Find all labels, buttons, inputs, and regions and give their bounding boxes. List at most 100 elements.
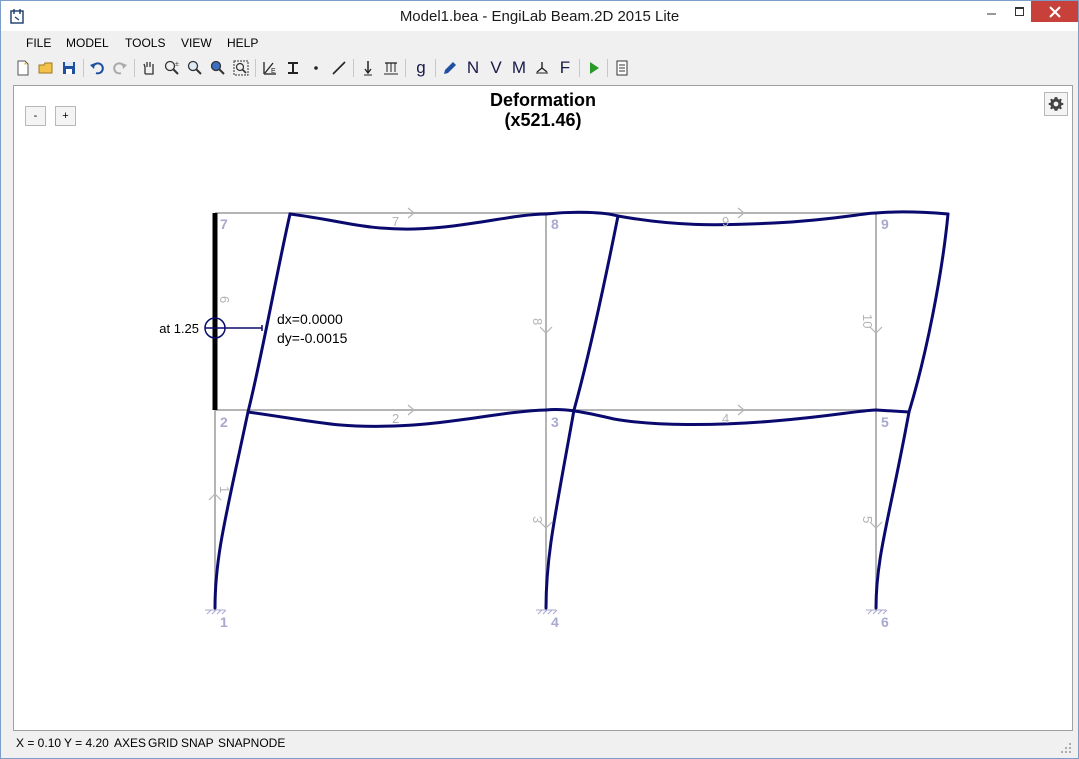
close-button[interactable] (1031, 1, 1078, 22)
save-button[interactable] (59, 58, 79, 78)
status-bar: X = 0.10 Y = 4.20 AXES GRID SNAP SNAPNOD… (1, 732, 1078, 758)
node-label-7: 7 (220, 216, 228, 232)
drawing-canvas[interactable]: - + Deformation (x521.46) at 1.25 dx=0.0… (13, 85, 1073, 731)
distributed-load-icon (384, 62, 398, 75)
resize-grip-icon[interactable] (1060, 742, 1072, 754)
probe-position-label: at 1.25 (159, 321, 199, 336)
element-label-9: 9 (722, 214, 729, 229)
menu-view[interactable]: VIEW (181, 36, 212, 50)
new-file-icon: * (17, 60, 29, 76)
toolbar-separator (435, 59, 436, 77)
redo-button[interactable] (110, 58, 130, 78)
gravity-button[interactable]: g (411, 58, 431, 78)
deformed-beam-7 (288, 212, 548, 231)
save-icon (63, 62, 75, 74)
deformed-column-1 (213, 410, 250, 610)
toolbar-separator (353, 59, 354, 77)
hand-pan-icon (143, 62, 154, 75)
zoom-all-button[interactable] (231, 58, 251, 78)
deformed-column-3 (874, 410, 911, 610)
point-load-icon (364, 61, 372, 76)
shear-force-button[interactable]: V (486, 58, 506, 78)
redo-icon (113, 62, 127, 75)
run-analysis-button[interactable] (584, 58, 604, 78)
open-folder-icon (38, 62, 53, 74)
report-button[interactable] (612, 58, 632, 78)
svg-text:*: * (24, 61, 27, 70)
line-element-icon (332, 61, 346, 75)
zoom-extents-icon (210, 60, 225, 75)
reactions-button[interactable] (532, 58, 552, 78)
menu-help[interactable]: HELP (227, 36, 258, 50)
material-e-icon: E (263, 62, 276, 75)
zoom-extents-button[interactable] (208, 58, 228, 78)
sections-button[interactable] (283, 58, 303, 78)
open-file-button[interactable] (36, 58, 56, 78)
node-label-9: 9 (881, 216, 889, 232)
element-label-4: 4 (722, 411, 729, 426)
status-axes-toggle[interactable]: AXES (114, 736, 146, 750)
node-label-6: 6 (881, 614, 889, 630)
element-label-10: 10 (860, 314, 875, 328)
element-label-8: 8 (530, 318, 545, 325)
structure-plot: at 1.25 dx=0.0000 dy=-0.0015 1 2 3 4 5 6… (159, 207, 950, 630)
svg-text:E: E (271, 68, 276, 75)
menu-model[interactable]: MODEL (66, 36, 109, 50)
zoom-window-icon (187, 60, 202, 75)
probe-dx-label: dx=0.0000 (277, 311, 343, 327)
add-node-button[interactable] (306, 58, 326, 78)
fixed-supports (205, 609, 888, 615)
toolbar-separator (607, 59, 608, 77)
node-label-1: 1 (220, 614, 228, 630)
title-bar: Model1.bea - EngiLab Beam.2D 2015 Lite (1, 1, 1078, 31)
element-label-7: 7 (392, 214, 399, 229)
status-grid-toggle[interactable]: GRID (148, 736, 178, 750)
report-icon (616, 60, 628, 76)
toolbar-separator (405, 59, 406, 77)
node-label-5: 5 (881, 414, 889, 430)
element-label-5: 5 (860, 516, 875, 523)
pan-button[interactable] (139, 58, 159, 78)
close-icon (1048, 5, 1061, 18)
bending-moment-button[interactable]: M (509, 58, 529, 78)
i-section-icon (288, 62, 298, 74)
toolbar-separator (255, 59, 256, 77)
svg-text:±: ± (175, 61, 179, 68)
support-reaction-icon (536, 62, 548, 74)
distributed-load-button[interactable] (381, 58, 401, 78)
nodal-load-button[interactable] (358, 58, 378, 78)
deformed-column-8 (572, 214, 620, 412)
materials-button[interactable]: E (260, 58, 280, 78)
zoom-all-icon (233, 60, 249, 76)
new-file-button[interactable]: * (13, 58, 33, 78)
element-label-3: 3 (530, 516, 545, 523)
status-x-coordinate: X = 0.10 (16, 736, 62, 750)
add-element-button[interactable] (329, 58, 349, 78)
element-label-6: 6 (217, 296, 232, 303)
zoom-window-button[interactable] (185, 58, 205, 78)
app-window: Model1.bea - EngiLab Beam.2D 2015 Lite F… (0, 0, 1079, 759)
node-label-2: 2 (220, 414, 228, 430)
zoom-dynamic-button[interactable]: ± (162, 58, 182, 78)
toolbar-separator (134, 59, 135, 77)
forces-button[interactable]: F (555, 58, 575, 78)
element-label-2: 2 (392, 411, 399, 426)
pencil-icon (444, 62, 456, 74)
deformed-column-10 (907, 212, 950, 414)
toolbar-separator (83, 59, 84, 77)
menu-bar: FILE MODEL TOOLS VIEW HELP (1, 32, 1078, 54)
maximize-icon (1014, 7, 1024, 16)
menu-file[interactable]: FILE (26, 36, 51, 50)
status-y-coordinate: Y = 4.20 (64, 736, 109, 750)
deformation-button[interactable] (440, 58, 460, 78)
minimize-icon (986, 13, 996, 15)
status-snapnode-toggle[interactable]: SNAPNODE (218, 736, 285, 750)
toolbar-separator (579, 59, 580, 77)
status-snap-toggle[interactable]: SNAP (181, 736, 214, 750)
menu-tools[interactable]: TOOLS (125, 36, 165, 50)
node-point-icon (314, 66, 318, 70)
minimize-button[interactable] (976, 1, 1007, 23)
node-label-8: 8 (551, 216, 559, 232)
axial-force-button[interactable]: N (463, 58, 483, 78)
undo-button[interactable] (87, 58, 107, 78)
